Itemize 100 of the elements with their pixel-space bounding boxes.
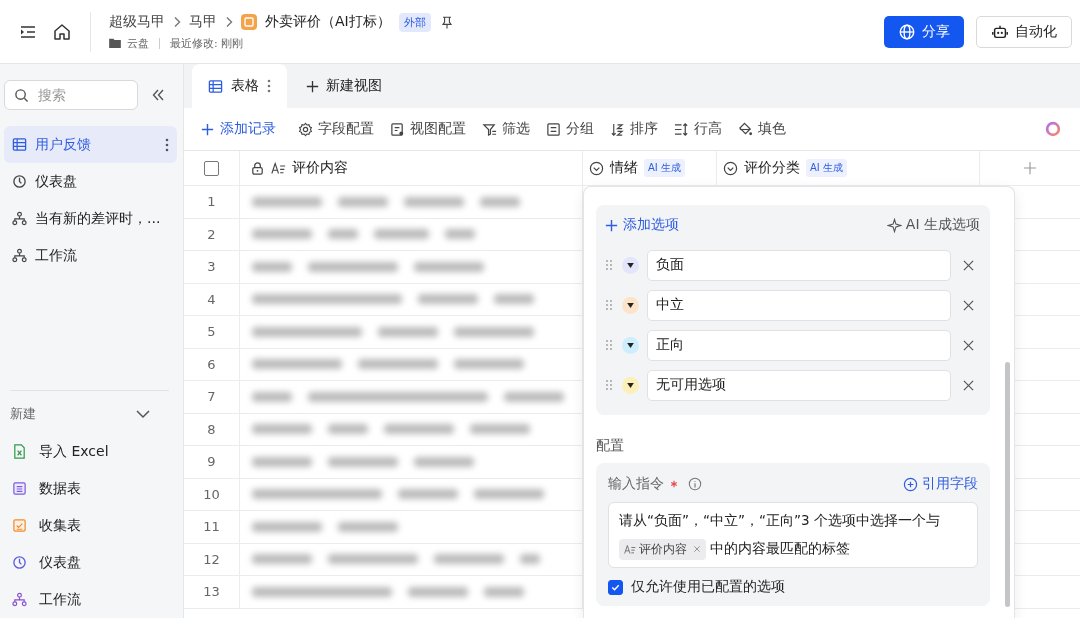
add-option-link[interactable]: 添加选项 [604, 216, 679, 234]
lock-icon [250, 160, 265, 176]
row-height-icon [674, 121, 689, 137]
sort-icon [610, 121, 625, 137]
cite-field-link[interactable]: 引用字段 [903, 475, 978, 493]
collapse-icon[interactable] [150, 87, 166, 103]
column-header[interactable]: 评价内容 [240, 151, 583, 185]
search-field[interactable]: 搜索 [4, 80, 138, 110]
folder-icon [109, 38, 121, 48]
row-number: 2 [207, 226, 216, 242]
text-field-icon [624, 543, 636, 555]
drag-handle-icon[interactable] [606, 259, 612, 271]
column-header[interactable]: 评价分类 AI 生成 [717, 151, 980, 185]
row-number: 4 [207, 291, 216, 307]
table-icon [208, 78, 223, 94]
plus-icon [200, 121, 215, 137]
row-number: 5 [207, 324, 216, 340]
table-icon [12, 137, 27, 152]
color-dot[interactable] [622, 296, 639, 314]
home-icon[interactable] [52, 21, 72, 42]
ai-badge: AI 生成 [806, 159, 847, 177]
checkbox[interactable] [608, 579, 623, 595]
select-all-checkbox[interactable] [204, 160, 219, 176]
scrollbar-thumb[interactable] [1005, 362, 1010, 607]
option-field[interactable]: 负面 [647, 249, 951, 281]
spreadsheet-icon [12, 444, 27, 459]
drag-handle-icon[interactable] [606, 339, 612, 351]
field-tag[interactable]: 评价内容 [619, 538, 706, 560]
color-dot[interactable] [622, 376, 639, 394]
drag-handle-icon[interactable] [606, 299, 612, 311]
ai-badge: AI 生成 [644, 159, 685, 177]
ai-generate-button[interactable]: AI 生成选项 [886, 216, 980, 234]
toolbar-button[interactable]: 排序 [610, 120, 658, 138]
checkbox-label: 仅允许使用已配置的选项 [631, 578, 785, 596]
toolbar-button[interactable]: 填色 [738, 120, 786, 138]
workflow-icon [12, 592, 27, 607]
row-number: 9 [207, 454, 216, 470]
option-field[interactable]: 无可用选项 [647, 369, 951, 401]
close-icon[interactable] [963, 299, 974, 311]
plus-icon [305, 78, 320, 94]
automation-button[interactable]: 自动化 [976, 15, 1072, 48]
sidebar-item[interactable]: 用户反馈 [4, 126, 177, 163]
more-icon[interactable] [165, 137, 169, 152]
drag-handle-icon[interactable] [606, 379, 612, 391]
sparkle-icon [886, 217, 902, 233]
toolbar-button[interactable]: 字段配置 [298, 120, 374, 138]
table-icon [12, 481, 27, 496]
row-number: 10 [203, 486, 220, 502]
location-label[interactable]: 云盘 [127, 35, 149, 51]
row-number: 6 [207, 356, 216, 372]
close-icon[interactable] [963, 259, 974, 271]
breadcrumb-link[interactable]: 马甲 [189, 13, 217, 31]
toolbar-button[interactable]: 行高 [674, 120, 722, 138]
toolbar-button[interactable]: 筛选 [482, 120, 530, 138]
color-dot[interactable] [622, 256, 639, 274]
list-icon [546, 121, 561, 137]
info-icon[interactable] [688, 477, 702, 491]
create-item[interactable]: 收集表 [4, 507, 177, 544]
document-title: 外卖评价（AI打标） [265, 13, 391, 31]
caret-icon [627, 382, 634, 388]
create-item[interactable]: 导入 Excel [4, 433, 177, 470]
row-number: 8 [207, 421, 216, 437]
dropdown-circle-icon [723, 160, 738, 176]
create-item[interactable]: 数据表 [4, 470, 177, 507]
external-badge: 外部 [398, 12, 431, 32]
sidebar-item[interactable]: 仪表盘 [4, 163, 177, 200]
create-item[interactable]: 工作流 [4, 581, 177, 618]
ai-assistant-icon[interactable] [1044, 120, 1062, 138]
close-icon[interactable] [963, 339, 974, 351]
instruction-text: 请从“负面”，“中立”，“正向”3 个选项中选择一个与 [619, 512, 940, 530]
toolbar-button[interactable]: 视图配置 [390, 120, 466, 138]
caret-icon [627, 302, 634, 308]
sidebar-item[interactable]: 工作流 [4, 237, 177, 274]
chevron-icon [173, 16, 181, 28]
option-field[interactable]: 正向 [647, 329, 951, 361]
paint-bucket-icon [738, 121, 753, 137]
row-number: 7 [207, 389, 216, 405]
toolbar-button[interactable]: 添加记录 [200, 120, 276, 138]
instruction-field[interactable]: 请从“负面”，“中立”，“正向”3 个选项中选择一个与 评价内容 中的内容最匹配的标签 [608, 502, 978, 568]
create-item[interactable]: 仪表盘 [4, 544, 177, 581]
row-number: 12 [203, 551, 220, 567]
column-header[interactable]: 情绪 AI 生成 [583, 151, 717, 185]
caret-icon [627, 342, 634, 348]
chevron-icon [225, 16, 233, 28]
more-icon[interactable] [267, 79, 271, 93]
new-view-button[interactable]: 新建视图 [293, 64, 394, 108]
plus-icon [604, 217, 619, 233]
option-field[interactable]: 中立 [647, 289, 951, 321]
row-number: 3 [207, 259, 216, 275]
instruction-text: 中的内容最匹配的标签 [710, 540, 850, 558]
sidebar-item[interactable]: 当有新的差评时，... [4, 200, 177, 237]
close-icon[interactable] [963, 379, 974, 391]
view-tab[interactable]: 表格 [192, 64, 287, 108]
share-button[interactable]: 分享 [884, 15, 964, 48]
dial-icon [12, 555, 27, 570]
modified-label: 最近修改: 刚刚 [170, 35, 244, 51]
toolbar-button[interactable]: 分组 [546, 120, 594, 138]
workflow-icon [12, 248, 27, 263]
color-dot[interactable] [622, 336, 639, 354]
breadcrumb-link[interactable]: 超级马甲 [109, 13, 165, 31]
